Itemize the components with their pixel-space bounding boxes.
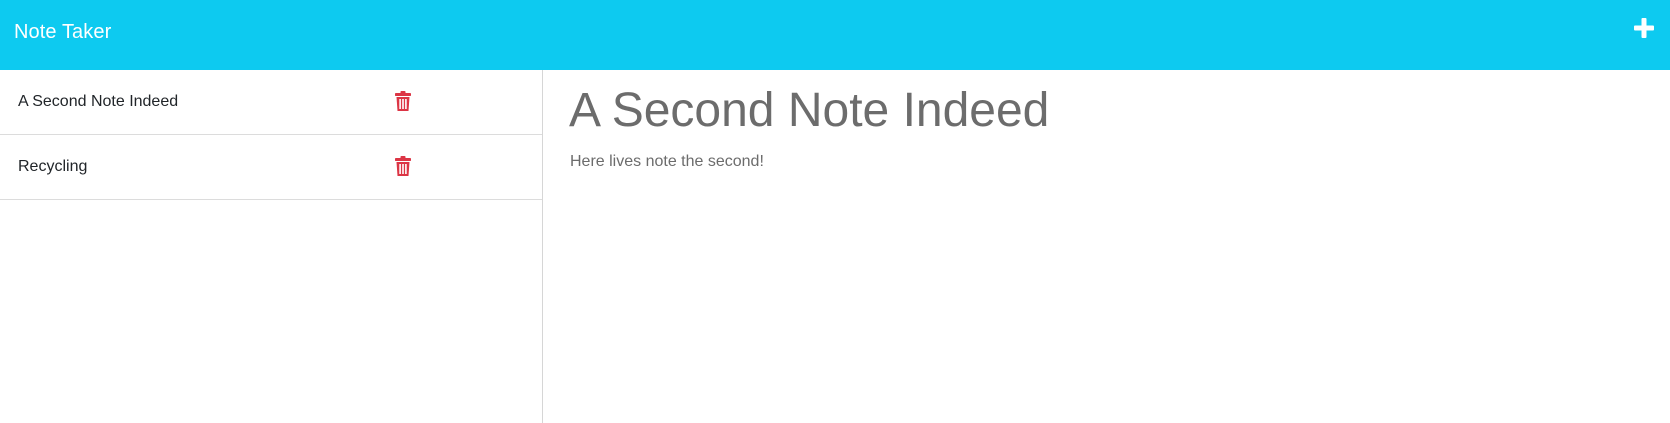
delete-note-button[interactable]	[395, 91, 411, 111]
delete-note-button[interactable]	[395, 156, 411, 176]
note-list-title[interactable]: Recycling	[18, 157, 87, 177]
new-note-button[interactable]	[1632, 16, 1656, 40]
note-list-item[interactable]: Recycling	[0, 135, 542, 200]
trash-icon	[395, 91, 411, 111]
navbar: Note Taker	[0, 0, 1670, 70]
notes-sidebar: A Second Note Indeed Recycling	[0, 70, 543, 423]
brand-link[interactable]: Note Taker	[14, 20, 111, 44]
note-list-title[interactable]: A Second Note Indeed	[18, 92, 178, 112]
note-editor: A Second Note Indeed Here lives note the…	[544, 70, 1670, 423]
note-title-field[interactable]: A Second Note Indeed	[569, 82, 1049, 140]
trash-icon	[395, 156, 411, 176]
note-list-item[interactable]: A Second Note Indeed	[0, 70, 542, 135]
plus-icon	[1634, 18, 1654, 38]
note-body-field[interactable]: Here lives note the second!	[570, 152, 764, 172]
